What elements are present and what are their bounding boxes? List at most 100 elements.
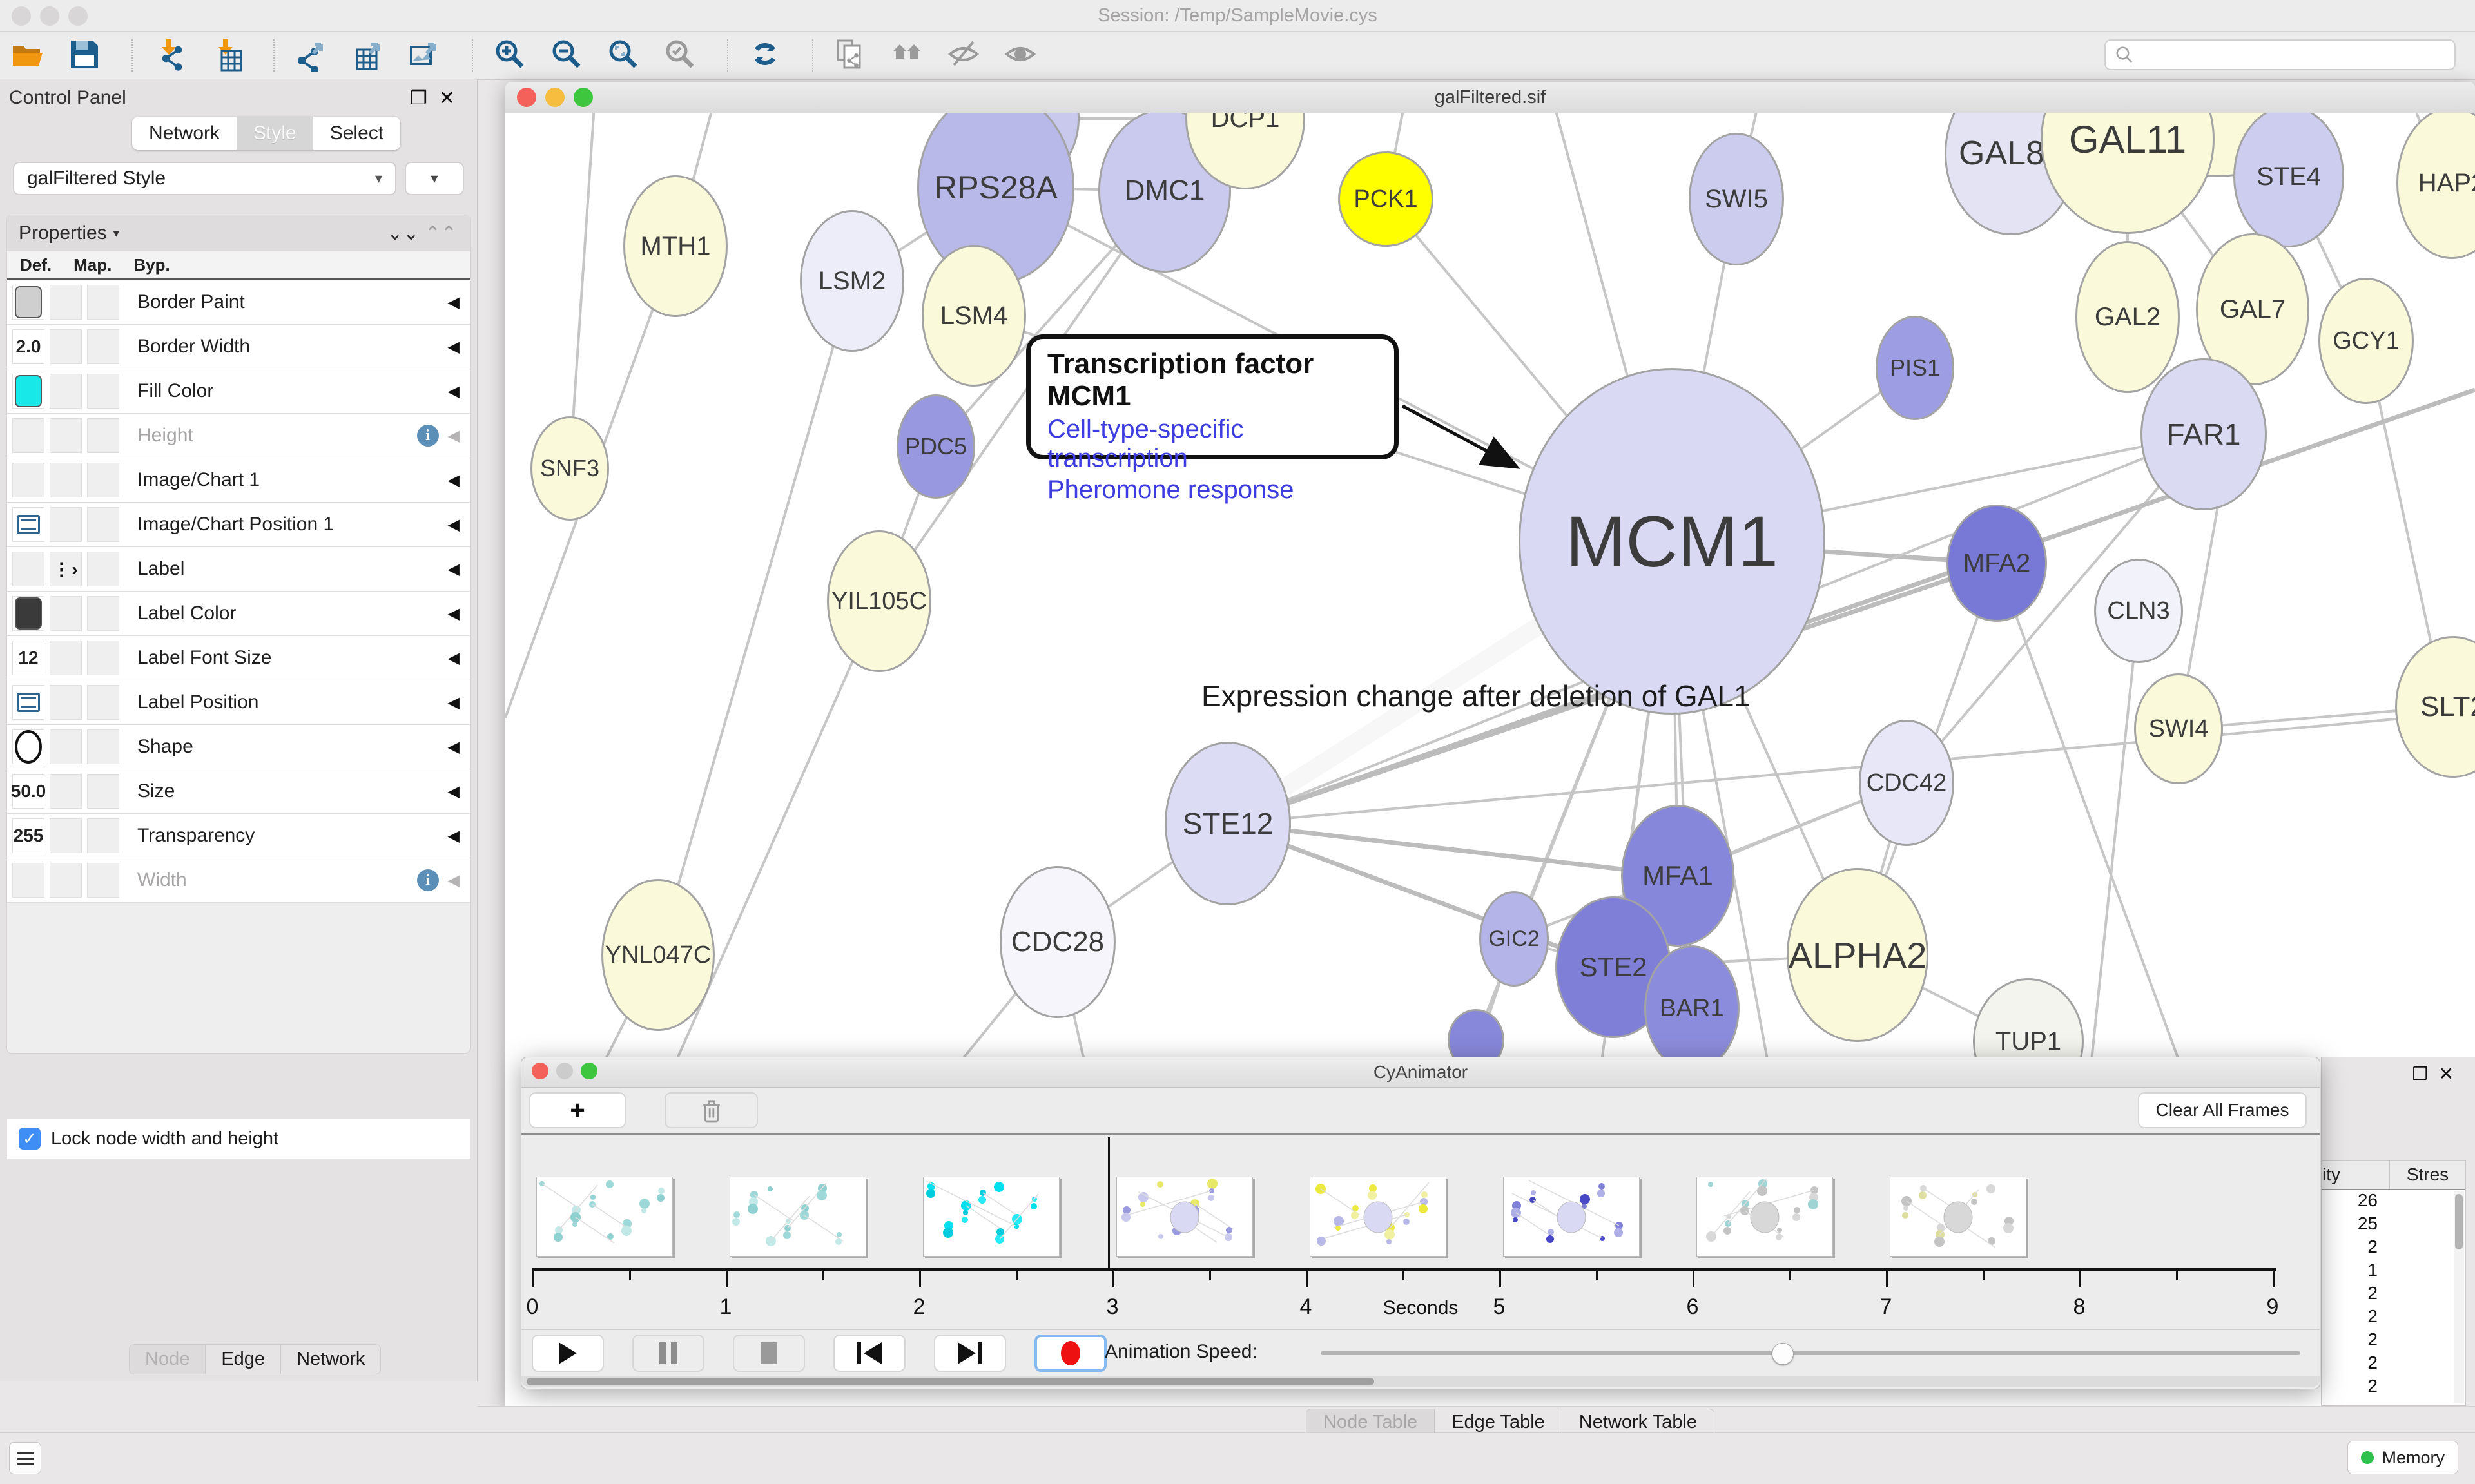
node-lsm2[interactable]: LSM2 (800, 210, 904, 352)
dock-tab-network-table[interactable]: Network Table (1562, 1409, 1714, 1436)
property-row-border-paint[interactable]: Border Paint◀ (7, 280, 470, 325)
bypass-cell[interactable] (87, 863, 119, 898)
slider-thumb[interactable] (1772, 1343, 1794, 1365)
property-row-shape[interactable]: Shape◀ (7, 725, 470, 769)
table-row[interactable]: 2 (2322, 1353, 2465, 1376)
add-frame-button[interactable]: + (529, 1092, 626, 1128)
dock-tab-node-table[interactable]: Node Table (1306, 1409, 1435, 1436)
node-pis1[interactable]: PIS1 (1876, 316, 1954, 420)
default-value-cell[interactable] (12, 285, 44, 320)
save-button[interactable] (66, 37, 103, 74)
annotation-box[interactable]: Transcription factor MCM1 Cell-type-spec… (1026, 334, 1399, 459)
node-pck1[interactable]: PCK1 (1338, 151, 1433, 247)
expand-property-icon[interactable]: ◀ (448, 560, 460, 579)
style-selector[interactable]: galFiltered Style▾ (13, 162, 396, 195)
default-value-cell[interactable] (12, 596, 44, 631)
bypass-cell[interactable] (87, 552, 119, 586)
expand-property-icon[interactable]: ◀ (448, 827, 460, 845)
hide-selected-button[interactable] (945, 37, 982, 74)
property-row-transparency[interactable]: 255Transparency◀ (7, 814, 470, 858)
table-row[interactable]: 2 (2322, 1306, 2465, 1329)
expand-property-icon[interactable]: ◀ (448, 293, 460, 312)
frame-thumbnail-7[interactable] (1696, 1177, 1833, 1257)
export-table-button[interactable] (349, 37, 387, 74)
column-header[interactable]: ity (2322, 1161, 2389, 1189)
node-mfa2[interactable]: MFA2 (1946, 505, 2047, 622)
frame-thumbnail-3[interactable] (923, 1177, 1060, 1257)
default-value-cell[interactable]: 255 (12, 818, 44, 853)
import-table-button[interactable] (208, 37, 245, 74)
show-all-button[interactable] (1002, 37, 1039, 74)
property-row-width[interactable]: Widthi◀ (7, 858, 470, 903)
expand-property-icon[interactable]: ◀ (448, 516, 460, 534)
default-value-cell[interactable] (12, 463, 44, 497)
expand-property-icon[interactable]: ◀ (448, 782, 460, 801)
property-row-image-chart-1[interactable]: Image/Chart 1◀ (7, 458, 470, 503)
mapping-cell[interactable] (50, 729, 82, 764)
tab-network[interactable]: Network (132, 117, 237, 150)
table-row[interactable]: 2 (2322, 1283, 2465, 1306)
network-edge[interactable] (658, 281, 852, 955)
delete-frame-button[interactable] (665, 1092, 758, 1128)
next-frame-button[interactable] (934, 1335, 1006, 1372)
node-cln3[interactable]: CLN3 (2094, 559, 2183, 663)
table-row[interactable]: 25 (2322, 1213, 2465, 1237)
pause-button[interactable] (632, 1335, 704, 1372)
close-panel-icon[interactable]: ✕ (2439, 1064, 2464, 1084)
info-icon[interactable]: i (417, 869, 439, 891)
default-value-cell[interactable] (12, 552, 44, 586)
timeline-scrollbar[interactable] (521, 1376, 2320, 1387)
node-pdc5[interactable]: PDC5 (897, 394, 975, 499)
property-row-label-color[interactable]: Label Color◀ (7, 592, 470, 636)
expand-all-icon[interactable]: ⌄⌄ (387, 223, 419, 244)
expand-property-icon[interactable]: ◀ (448, 471, 460, 490)
node-cdc28[interactable]: CDC28 (1000, 866, 1116, 1018)
column-header[interactable]: Stres (2389, 1161, 2465, 1189)
node-bar1[interactable]: BAR1 (1644, 945, 1740, 1072)
open-button[interactable] (9, 37, 46, 74)
close-panel-icon[interactable]: ✕ (439, 88, 467, 109)
collapse-all-icon[interactable]: ⌃⌃ (425, 223, 457, 244)
node-mcm1[interactable]: MCM1 (1519, 368, 1825, 715)
bypass-cell[interactable] (87, 507, 119, 542)
network-edge[interactable] (570, 113, 596, 468)
node-ynl047c[interactable]: YNL047C (601, 879, 715, 1031)
cyanimator-titlebar[interactable]: CyAnimator (521, 1057, 2320, 1088)
bypass-cell[interactable] (87, 774, 119, 809)
dock-tab-edge-table[interactable]: Edge Table (1435, 1409, 1562, 1436)
default-value-cell[interactable] (12, 685, 44, 720)
first-neighbors-button[interactable] (888, 37, 926, 74)
node-swi4[interactable]: SWI4 (2134, 673, 2223, 784)
annotation-link[interactable]: Pheromone response (1047, 476, 1377, 505)
bypass-cell[interactable] (87, 374, 119, 409)
frame-thumbnail-5[interactable] (1310, 1177, 1446, 1257)
bypass-cell[interactable] (87, 463, 119, 497)
mapping-cell[interactable] (50, 596, 82, 631)
export-network-button[interactable] (293, 37, 330, 74)
zoom-selected-button[interactable] (661, 37, 699, 74)
node-gic2[interactable]: GIC2 (1479, 891, 1549, 987)
mapping-cell[interactable] (50, 818, 82, 853)
property-row-border-width[interactable]: 2.0Border Width◀ (7, 325, 470, 369)
panel-tab-network[interactable]: Network (281, 1345, 380, 1374)
zoom-out-button[interactable] (548, 37, 585, 74)
mapping-cell[interactable] (50, 463, 82, 497)
property-row-label-position[interactable]: Label Position◀ (7, 680, 470, 725)
default-value-cell[interactable] (12, 507, 44, 542)
default-value-cell[interactable] (12, 374, 44, 409)
mapping-cell[interactable] (50, 329, 82, 364)
property-row-size[interactable]: 50.0Size◀ (7, 769, 470, 814)
bypass-cell[interactable] (87, 418, 119, 453)
bypass-cell[interactable] (87, 685, 119, 720)
text-annotation[interactable]: Expression change after deletion of GAL1 (1201, 679, 1751, 713)
mapping-cell[interactable] (50, 418, 82, 453)
property-row-fill-color[interactable]: Fill Color◀ (7, 369, 470, 414)
record-button[interactable] (1034, 1335, 1107, 1372)
network-window-titlebar[interactable]: galFiltered.sif (505, 82, 2475, 113)
bypass-cell[interactable] (87, 596, 119, 631)
node-cdc42[interactable]: CDC42 (1859, 720, 1954, 846)
tab-select[interactable]: Select (313, 117, 400, 150)
properties-header[interactable]: Properties ▾ ⌄⌄ ⌃⌃ (7, 215, 470, 251)
float-panel-icon[interactable]: ❐ (2412, 1064, 2438, 1084)
mapping-cell[interactable] (50, 863, 82, 898)
